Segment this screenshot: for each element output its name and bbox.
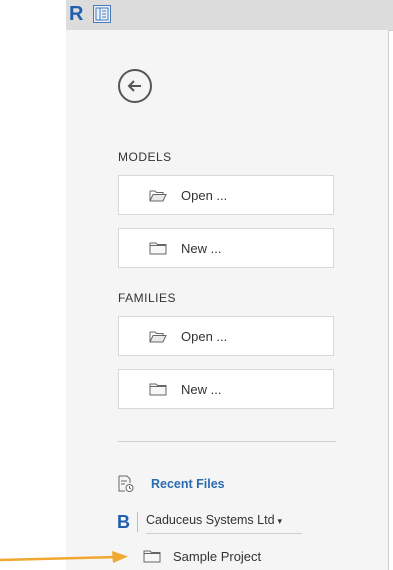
families-new-button[interactable]: New ... — [118, 369, 334, 409]
folder-open-icon — [149, 329, 167, 343]
home-panel — [66, 30, 388, 570]
panel-toggle-icon[interactable] — [93, 5, 111, 23]
families-open-button[interactable]: Open ... — [118, 316, 334, 356]
folder-new-icon — [149, 241, 167, 255]
organization-name: Caduceus Systems Ltd — [146, 513, 275, 527]
models-open-label: Open ... — [181, 187, 228, 203]
models-heading: MODELS — [118, 150, 172, 164]
project-item-sample[interactable]: Sample Project — [143, 546, 261, 566]
logo-separator — [137, 512, 138, 532]
title-bar: R — [66, 0, 393, 31]
arrow-pointer-icon — [0, 551, 128, 563]
recent-files-link[interactable]: Recent Files — [151, 477, 225, 491]
recent-files-icon — [118, 475, 134, 493]
app-logo-icon: R — [69, 3, 84, 25]
folder-icon — [143, 549, 161, 563]
families-open-label: Open ... — [181, 328, 228, 344]
section-divider — [118, 441, 336, 442]
models-new-button[interactable]: New ... — [118, 228, 334, 268]
organization-dropdown[interactable]: Caduceus Systems Ltd ▾ — [146, 513, 302, 534]
b-logo-icon: B — [117, 512, 130, 532]
models-open-button[interactable]: Open ... — [118, 175, 334, 215]
back-arrow-icon — [127, 80, 141, 92]
panel-divider — [388, 30, 389, 570]
families-heading: FAMILIES — [118, 291, 177, 305]
project-item-label: Sample Project — [173, 548, 262, 564]
folder-open-icon — [149, 188, 167, 202]
folder-new-icon — [149, 382, 167, 396]
back-button[interactable] — [118, 69, 152, 103]
chevron-down-icon: ▾ — [277, 516, 283, 526]
models-new-label: New ... — [181, 240, 222, 256]
families-new-label: New ... — [181, 381, 222, 397]
